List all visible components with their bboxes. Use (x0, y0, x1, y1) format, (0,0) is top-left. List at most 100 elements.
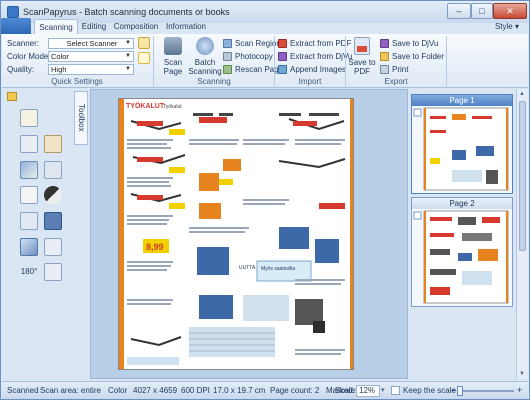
rescan-icon (223, 65, 232, 75)
scrollbar-thumb[interactable] (519, 101, 526, 251)
page-1-preview (413, 107, 509, 191)
scan-region-button[interactable]: Scan Region (223, 38, 281, 50)
scan-page-label: Scan Page (163, 58, 183, 76)
tab-editing[interactable]: Editing (79, 19, 109, 34)
color-mode-select[interactable]: Color ▼ (48, 51, 134, 62)
append-images-button[interactable]: Append Images (278, 64, 346, 76)
ribbon-separator (446, 36, 447, 86)
tab-scanning[interactable]: Scanning (34, 19, 78, 34)
ribbon: Scanner: Select Scanner ▼ Color Mode: Col… (2, 34, 528, 88)
align-icon[interactable] (44, 161, 62, 179)
mirror-icon[interactable] (44, 238, 62, 256)
rescan-page-label: Rescan Page (235, 65, 284, 74)
extract-djvu-label: Extract from DjVu (290, 52, 353, 61)
page-thumbnail-2[interactable]: Page 2 (411, 197, 513, 307)
pages-scrollbar[interactable]: ▲ ▼ (516, 89, 528, 379)
save-to-folder-button[interactable]: Save to Folder (380, 51, 444, 63)
print-button[interactable]: Print (380, 64, 408, 76)
batch-scanning-label: Batch Scanning (188, 58, 222, 76)
status-bar: Scanned Scan area: entire Color 4027 x 4… (2, 381, 528, 399)
zoom-out-icon[interactable]: − (451, 382, 456, 399)
extract-from-pdf-button[interactable]: Extract from PDF (278, 38, 351, 50)
save-to-djvu-button[interactable]: Save to DjVu (380, 38, 438, 50)
scroll-up-icon[interactable]: ▲ (519, 91, 525, 97)
workspace: Toolbox 180° Myös saatavilla 8,99 TYÖKAL… (2, 89, 528, 379)
tab-information[interactable]: Information (163, 19, 209, 34)
app-window: ScanPapyrus - Batch scanning documents o… (0, 0, 530, 400)
scale-input[interactable]: 12% (356, 385, 380, 397)
keep-scale-checkbox[interactable] (391, 386, 400, 395)
style-menu-label: Style (494, 22, 513, 31)
scanner-select-value: Select Scanner (66, 39, 118, 48)
promo-price: 8,99 (146, 242, 164, 252)
file-menu-button[interactable] (1, 18, 31, 34)
scanner-options-icon[interactable] (138, 52, 150, 64)
flip-icon[interactable] (20, 238, 38, 256)
djvu-icon (380, 39, 389, 49)
deskew-icon[interactable] (20, 161, 38, 179)
print-label: Print (392, 65, 409, 74)
status-scan-area: Scan area: entire (40, 386, 101, 395)
extract-pdf-label: Extract from PDF (290, 39, 352, 48)
scanner-settings-icon[interactable] (138, 37, 150, 49)
brightness-icon[interactable] (20, 186, 38, 204)
scanned-page: Myös saatavilla 8,99 TYÖKALUT Työkalut U… (118, 98, 354, 370)
status-color: Color (108, 386, 128, 395)
pdf-icon (278, 39, 287, 49)
minimize-button[interactable]: – (447, 3, 471, 19)
toolbox-tab[interactable]: Toolbox (74, 91, 88, 145)
quality-select[interactable]: High ▼ (48, 64, 134, 75)
split-page-icon[interactable] (20, 135, 38, 153)
window-title: ScanPapyrus - Batch scanning documents o… (23, 7, 230, 17)
chevron-down-icon: ▼ (125, 40, 131, 46)
save-icon[interactable] (44, 212, 62, 230)
tab-composition[interactable]: Composition (113, 19, 159, 34)
scroll-down-icon[interactable]: ▼ (519, 371, 525, 377)
crop-tool-icon[interactable] (20, 109, 38, 127)
scale-value: 12% (359, 386, 376, 395)
djvu-icon (278, 52, 287, 62)
page-header-sub: Työkalut (163, 104, 182, 110)
batch-scan-icon (196, 37, 214, 55)
page-2-preview (413, 210, 509, 304)
scanner-select[interactable]: Select Scanner ▼ (48, 38, 134, 49)
promo-tag: UUTTA (239, 265, 256, 271)
printer-icon (380, 65, 389, 75)
scanning-group-label: Scanning (197, 77, 231, 86)
page-thumbnail-1[interactable]: Page 1 (411, 94, 513, 194)
cleanup-icon[interactable] (20, 212, 38, 230)
maximize-button[interactable]: □ (471, 3, 493, 19)
toolbox-panel: Toolbox 180° (2, 89, 90, 379)
scanned-page-image: Myös saatavilla 8,99 TYÖKALUT Työkalut U… (119, 99, 353, 369)
save-to-pdf-label: Save to PDF (348, 58, 376, 76)
style-menu[interactable]: Style ▾ (495, 19, 519, 34)
extract-from-djvu-button[interactable]: Extract from DjVu (278, 51, 352, 63)
pin-icon[interactable] (7, 92, 17, 101)
contrast-icon[interactable] (44, 186, 62, 204)
zoom-slider-knob[interactable] (457, 386, 463, 396)
images-icon (278, 65, 287, 75)
save-to-djvu-label: Save to DjVu (392, 39, 439, 48)
rotate-icon[interactable] (44, 263, 62, 281)
close-button[interactable]: ✕ (493, 3, 527, 19)
color-mode-label: Color Mode: (7, 52, 51, 61)
folder-icon (380, 52, 389, 62)
page-layout-icon[interactable] (44, 135, 62, 153)
status-state: Scanned (7, 386, 39, 395)
photocopy-label: Photocopy (235, 52, 273, 61)
rotate-180-icon[interactable]: 180° (18, 263, 40, 281)
page-1-title: Page 1 (412, 95, 512, 106)
page-header: TYÖKALUT (126, 101, 165, 110)
zoom-in-icon[interactable]: + (517, 382, 522, 399)
zoom-slider[interactable] (457, 386, 514, 396)
rotate-180-label: 180° (20, 267, 38, 276)
photocopy-icon (223, 52, 232, 62)
chevron-down-icon: ▼ (125, 53, 131, 59)
status-size: 17.0 x 19.7 cm (213, 386, 266, 395)
quality-value: High (51, 65, 67, 74)
page-2-title: Page 2 (412, 198, 512, 209)
page-viewer[interactable]: Myös saatavilla 8,99 TYÖKALUT Työkalut U… (90, 89, 408, 379)
scale-dropdown-icon[interactable]: ▾ (381, 382, 385, 399)
photocopy-button[interactable]: Photocopy (223, 51, 273, 63)
append-images-label: Append Images (290, 65, 347, 74)
